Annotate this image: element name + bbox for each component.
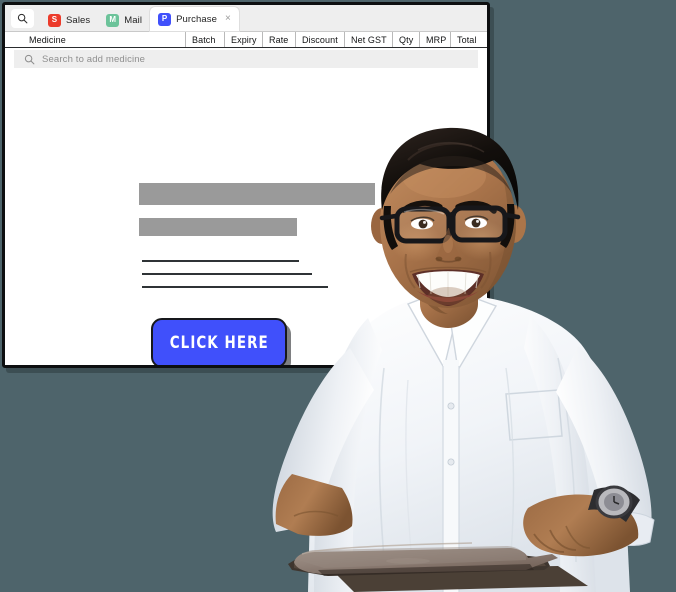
tab-mail-label: Mail — [124, 14, 143, 26]
watch-face — [595, 485, 633, 519]
tab-mail[interactable]: M Mail — [98, 9, 150, 31]
search-row: Search to add medicine — [5, 48, 487, 70]
tab-purchase[interactable]: P Purchase × — [150, 7, 239, 31]
column-header-qty[interactable]: Qty — [392, 32, 419, 47]
close-icon[interactable]: × — [225, 14, 231, 24]
screenshot-stage: S Sales M Mail P Purchase × Medicine Bat… — [0, 0, 676, 592]
arms — [272, 346, 655, 557]
search-input[interactable]: Search to add medicine — [14, 50, 478, 68]
click-here-button[interactable]: CLICK HERE — [151, 318, 287, 365]
tab-mail-badge: M — [106, 13, 120, 27]
click-here-label: CLICK HERE — [169, 333, 269, 353]
column-header-medicine[interactable]: Medicine — [5, 32, 185, 47]
right-hand — [523, 494, 639, 557]
column-header-net-gst[interactable]: Net GST — [344, 32, 392, 47]
column-header-total[interactable]: Total — [450, 32, 487, 47]
wristwatch — [588, 485, 640, 522]
tab-purchase-label: Purchase — [176, 13, 218, 25]
placeholder-line-3 — [142, 286, 328, 288]
left-hand — [275, 474, 353, 536]
tab-purchase-badge: P — [158, 12, 172, 26]
tab-sales-badge: S — [48, 13, 61, 27]
column-header-rate[interactable]: Rate — [262, 32, 295, 47]
search-icon — [24, 54, 35, 64]
app-window: S Sales M Mail P Purchase × Medicine Bat… — [2, 2, 490, 368]
placeholder-line-1 — [142, 260, 299, 262]
placeholder-line-2 — [142, 273, 312, 275]
placeholder-block-1 — [139, 183, 375, 205]
shirt-button — [447, 402, 455, 410]
tab-bar: S Sales M Mail P Purchase × — [5, 5, 487, 32]
column-header-batch[interactable]: Batch — [185, 32, 224, 47]
column-header-mrp[interactable]: MRP — [419, 32, 450, 47]
tab-sales[interactable]: S Sales — [40, 9, 98, 31]
placeholder-block-2 — [139, 218, 297, 236]
column-header-discount[interactable]: Discount — [295, 32, 344, 47]
column-header-expiry[interactable]: Expiry — [224, 32, 262, 47]
laptop — [288, 542, 588, 592]
table-header-row: Medicine Batch Expiry Rate Discount Net … — [5, 32, 487, 48]
shirt-button — [447, 458, 455, 466]
search-icon — [17, 13, 28, 24]
search-placeholder-text: Search to add medicine — [42, 53, 146, 65]
tabbar-search-button[interactable] — [11, 9, 34, 28]
window-content-area: CLICK HERE — [5, 70, 487, 365]
tab-sales-label: Sales — [66, 14, 91, 26]
